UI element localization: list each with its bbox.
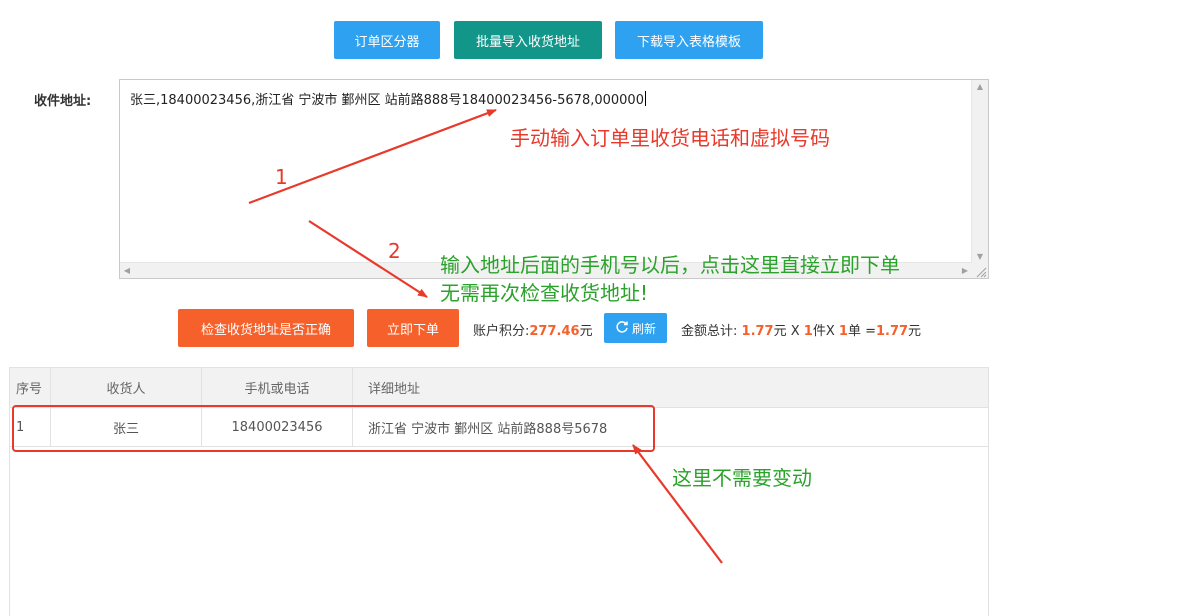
annotation-step1-number: 1 bbox=[275, 165, 288, 189]
annotation-step2-line2: 无需再次检查收货地址! bbox=[440, 281, 649, 305]
annotation-step1-text: 手动输入订单里收货电话和虚拟号码 bbox=[510, 126, 830, 150]
unit-price-currency: 元 bbox=[773, 324, 787, 339]
header-recipient: 收货人 bbox=[51, 368, 202, 407]
download-template-button[interactable]: 下载导入表格模板 bbox=[615, 21, 763, 59]
annotation-step2-line1: 输入地址后面的手机号以后，点击这里直接立即下单 bbox=[440, 253, 900, 277]
header-address: 详细地址 bbox=[368, 382, 421, 397]
refresh-button[interactable]: 刷新 bbox=[604, 313, 667, 343]
order-now-button[interactable]: 立即下单 bbox=[367, 309, 459, 347]
points-label: 账户积分: bbox=[473, 324, 530, 339]
scroll-right-icon[interactable]: ▶ bbox=[958, 263, 972, 278]
scroll-left-icon[interactable]: ◀ bbox=[120, 263, 134, 278]
total-value: 1.77 bbox=[875, 324, 909, 339]
vertical-scrollbar[interactable]: ▲ ▼ bbox=[971, 80, 988, 264]
resize-handle-icon[interactable] bbox=[972, 263, 988, 278]
text-caret bbox=[644, 91, 646, 106]
order-unit: 单 = bbox=[847, 324, 876, 339]
header-index: 序号 bbox=[10, 368, 51, 407]
unit-price: 1.77 bbox=[741, 324, 774, 339]
quantity-unit: 件X bbox=[812, 324, 839, 339]
scroll-down-icon[interactable]: ▼ bbox=[972, 250, 988, 264]
account-points: 账户积分:277.46元 bbox=[473, 320, 593, 339]
scroll-up-icon[interactable]: ▲ bbox=[972, 80, 988, 94]
total-unit: 元 bbox=[908, 324, 922, 339]
total-label: 金额总计: bbox=[681, 324, 738, 339]
refresh-icon bbox=[615, 320, 629, 337]
refresh-label: 刷新 bbox=[631, 321, 656, 336]
header-phone: 手机或电话 bbox=[202, 368, 353, 407]
quantity-value: 1 bbox=[803, 324, 813, 339]
bulk-import-address-button[interactable]: 批量导入收货地址 bbox=[454, 21, 602, 59]
points-value: 277.46 bbox=[529, 324, 580, 339]
order-count: 1 bbox=[838, 324, 848, 339]
check-address-button[interactable]: 检查收货地址是否正确 bbox=[178, 309, 354, 347]
order-separator-button[interactable]: 订单区分器 bbox=[334, 21, 440, 59]
total-summary: 金额总计: 1.77元 X 1件X 1单 =1.77元 bbox=[681, 320, 921, 339]
annotation-highlight-box bbox=[12, 405, 655, 452]
address-label: 收件地址: bbox=[34, 94, 92, 109]
annotation-step2-number: 2 bbox=[388, 239, 401, 263]
points-unit: 元 bbox=[579, 324, 593, 339]
times-sign: X bbox=[786, 324, 804, 339]
address-text: 张三,18400023456,浙江省 宁波市 鄞州区 站前路888号184000… bbox=[130, 93, 644, 108]
table-header: 序号 收货人 手机或电话 详细地址 bbox=[10, 368, 988, 408]
